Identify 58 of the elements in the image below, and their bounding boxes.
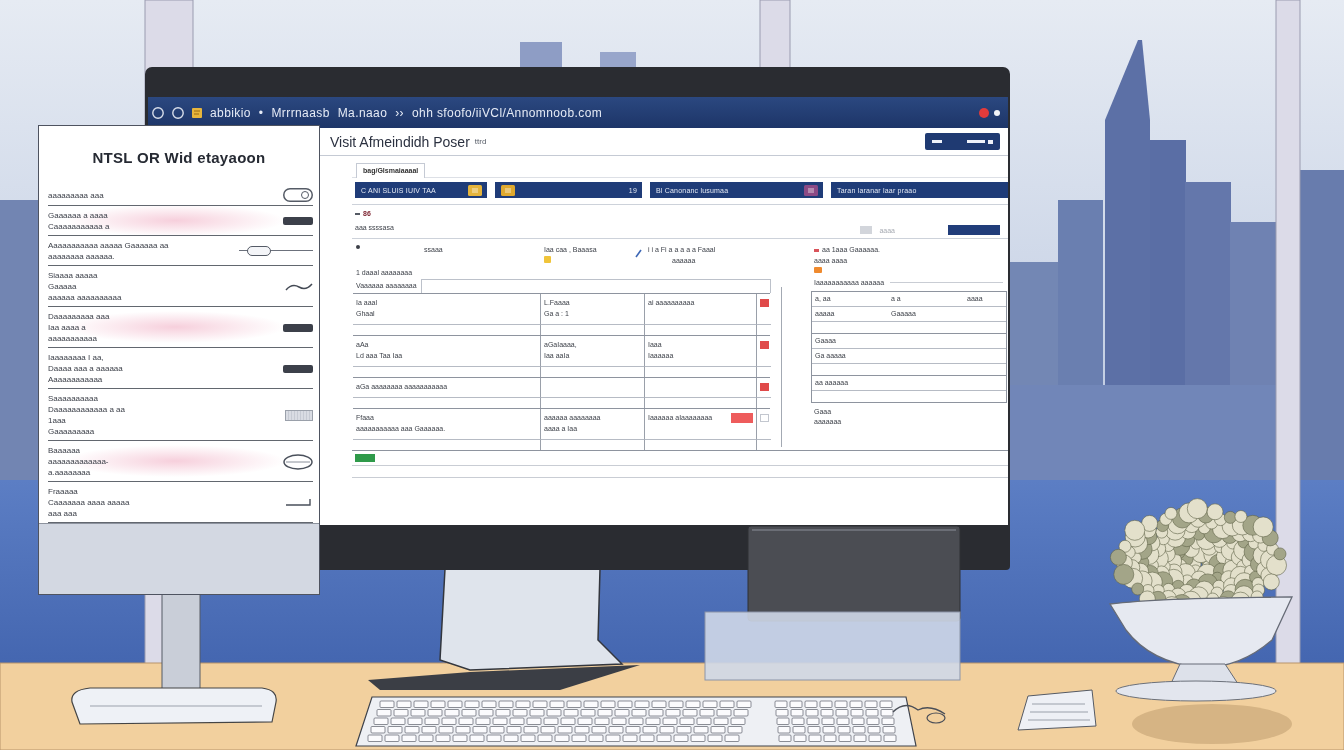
chip-button[interactable] — [285, 409, 313, 421]
toggle-switch[interactable] — [283, 188, 313, 202]
dot-icon — [979, 107, 989, 118]
row-text: Siaaaa aaaaa — [48, 270, 99, 281]
window-post — [759, 0, 791, 69]
row-text: Baaaaaa — [48, 445, 82, 456]
note-icon — [544, 256, 551, 263]
note-icon — [814, 267, 822, 273]
breadcrumb-text[interactable]: abbikio — [210, 105, 251, 120]
row-text: Saaaaaaaaaa — [48, 393, 99, 404]
row-text: Aaaaaaaaaaaa — [48, 374, 104, 385]
row-text: aaaaaaaaaaa — [48, 333, 98, 344]
row-text: Caaaaaaaaaaa a — [48, 221, 110, 232]
bar-button[interactable] — [283, 364, 313, 373]
pencil-icon — [635, 249, 642, 258]
bullet-icon — [356, 245, 360, 249]
row-text: aaaaaa aaaaaaaaaa — [48, 292, 122, 303]
cable-drawing — [892, 704, 946, 724]
dot-icon — [994, 109, 1000, 116]
folder-icon — [192, 107, 202, 118]
dash-icon — [814, 248, 819, 252]
handle-icon — [285, 497, 313, 508]
row-text: a.aaaaaaaa — [48, 467, 92, 478]
panel-title: NTSL OR Wid etayaoon — [91, 148, 267, 168]
row-text: Daaaa aaa a aaaaaa — [48, 363, 123, 374]
row-text: aaaaaaaa aaaaaa. — [48, 251, 116, 262]
row-text: 1aaa — [48, 415, 67, 426]
oval-button[interactable] — [283, 453, 313, 470]
title-note: ttrd — [474, 137, 487, 146]
row-text: Fraaaaa — [48, 486, 79, 497]
minus-icon — [932, 140, 942, 143]
page-title: Visit Afmeindidh Poser — [330, 133, 470, 150]
breadcrumb-text[interactable]: Ma.naao — [337, 105, 388, 120]
slider-thumb[interactable] — [246, 246, 271, 256]
circle-icon[interactable] — [152, 106, 164, 119]
row-text: Gaaaaaa a aaaa — [48, 210, 109, 221]
breadcrumb-text[interactable]: ohh sfoofo/iiVCl/Annomnoob.com — [412, 105, 603, 120]
row-text: Caaaaaaa aaaa aaaaa — [48, 497, 130, 508]
bar-button[interactable] — [283, 323, 313, 332]
row-text: Aaaaaaaaaaa aaaaa Gaaaaaa aa — [48, 240, 169, 251]
breadcrumb-text[interactable]: ›› — [395, 105, 404, 120]
row-text: aaaaaaaaa aaa — [48, 189, 104, 201]
row-text: Iaaaaaaaa I aa, — [48, 352, 105, 363]
row-text: Daaaaaaaaa aaa — [48, 311, 110, 322]
breadcrumb-text[interactable]: • — [258, 105, 264, 120]
dash-icon — [967, 139, 993, 144]
row-text: Gaaaaaaaaa — [48, 426, 96, 437]
circle-icon[interactable] — [172, 106, 184, 119]
row-text: Iaa aaaa a — [48, 322, 87, 333]
row-text: aaa aaa — [48, 508, 78, 519]
row-text: Daaaaaaaaaaaa a aa — [48, 404, 125, 415]
tile-icon — [860, 226, 873, 234]
breadcrumb-text[interactable]: Mrrrnaasb — [271, 105, 330, 120]
row-text: Gaaaaa — [48, 281, 78, 292]
row-text: aaaaaaaaaaaaa- — [48, 456, 109, 467]
dash-icon — [355, 213, 360, 215]
input-field[interactable] — [420, 279, 771, 293]
window-control-button[interactable] — [925, 133, 1000, 150]
